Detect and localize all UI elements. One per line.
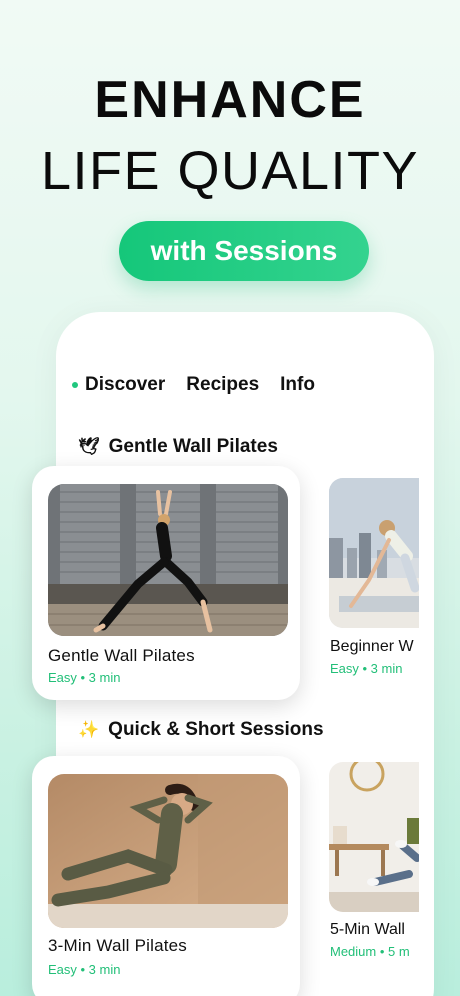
session-title: Beginner W xyxy=(330,638,414,655)
headline-life-quality: LIFE QUALITY xyxy=(40,141,420,201)
section-title-gentle-wall-pilates: 🕊 Gentle Wall Pilates xyxy=(78,436,278,458)
section-title-text: Quick & Short Sessions xyxy=(108,719,324,740)
headline-enhance: ENHANCE xyxy=(94,71,366,129)
tab-discover[interactable]: Discover xyxy=(72,374,165,396)
session-image-beginner[interactable] xyxy=(329,478,419,628)
tab-label: Info xyxy=(280,374,315,395)
session-meta: Medium • 5 m xyxy=(330,944,410,959)
session-meta: Easy • 3 min xyxy=(48,670,121,685)
section-title-quick-sessions: ✨ Quick & Short Sessions xyxy=(78,719,324,741)
tab-bar: Discover Recipes Info xyxy=(72,374,336,396)
session-image-5-min-wall[interactable] xyxy=(329,762,419,912)
session-title: Gentle Wall Pilates xyxy=(48,646,195,665)
sparkles-icon: ✨ xyxy=(78,720,100,740)
section-title-text: Gentle Wall Pilates xyxy=(108,436,278,457)
session-meta: Easy • 3 min xyxy=(330,661,403,676)
session-card-3-min-wall-pilates[interactable]: 3-Min Wall Pilates Easy • 3 min xyxy=(32,756,300,996)
active-tab-dot xyxy=(72,382,78,388)
tab-label: Discover xyxy=(85,374,166,395)
session-image xyxy=(48,484,288,636)
session-title: 3-Min Wall Pilates xyxy=(48,936,188,955)
session-meta: Easy • 3 min xyxy=(48,962,121,977)
session-image xyxy=(48,774,288,928)
tab-info[interactable]: Info xyxy=(280,374,315,396)
session-title: 5-Min Wall xyxy=(330,921,405,938)
tab-label: Recipes xyxy=(186,374,260,395)
tab-recipes[interactable]: Recipes xyxy=(186,374,259,396)
session-card-gentle-wall-pilates[interactable]: Gentle Wall Pilates Easy • 3 min xyxy=(32,466,300,700)
with-sessions-badge: with Sessions xyxy=(119,221,369,281)
dove-icon: 🕊 xyxy=(78,437,100,457)
